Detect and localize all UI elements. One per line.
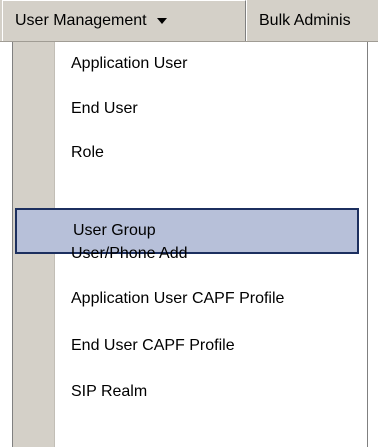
menu-bar: User Management Bulk Adminis: [0, 0, 378, 42]
menu-item-label: End User: [71, 100, 138, 117]
user-management-dropdown: Application User End User Role User Grou…: [12, 42, 368, 447]
menu-item-label: Application User CAPF Profile: [71, 290, 285, 307]
menu-item-label: SIP Realm: [71, 383, 148, 400]
menu-item-role[interactable]: Role: [55, 131, 367, 175]
menu-item-end-user-capf-profile[interactable]: End User CAPF Profile: [55, 324, 367, 368]
menu-bulk-administration-label: Bulk Adminis: [259, 11, 351, 29]
menu-user-management[interactable]: User Management: [2, 0, 246, 41]
menu-item-label: Role: [71, 144, 104, 161]
menu-item-end-user[interactable]: End User: [55, 87, 367, 131]
menu-item-application-user-capf-profile[interactable]: Application User CAPF Profile: [55, 277, 367, 321]
menu-item-label: Application User: [71, 55, 188, 72]
menu-bulk-administration[interactable]: Bulk Adminis: [246, 0, 378, 41]
menu-item-application-user[interactable]: Application User: [55, 42, 367, 86]
chevron-down-icon: [156, 18, 167, 24]
menu-item-label: User/Phone Add: [71, 245, 188, 262]
menu-item-sip-realm[interactable]: SIP Realm: [55, 370, 367, 414]
menu-item-label: End User CAPF Profile: [71, 337, 235, 354]
menu-item-user-phone-add[interactable]: User/Phone Add: [55, 232, 367, 276]
menu-user-management-label: User Management: [15, 12, 147, 29]
